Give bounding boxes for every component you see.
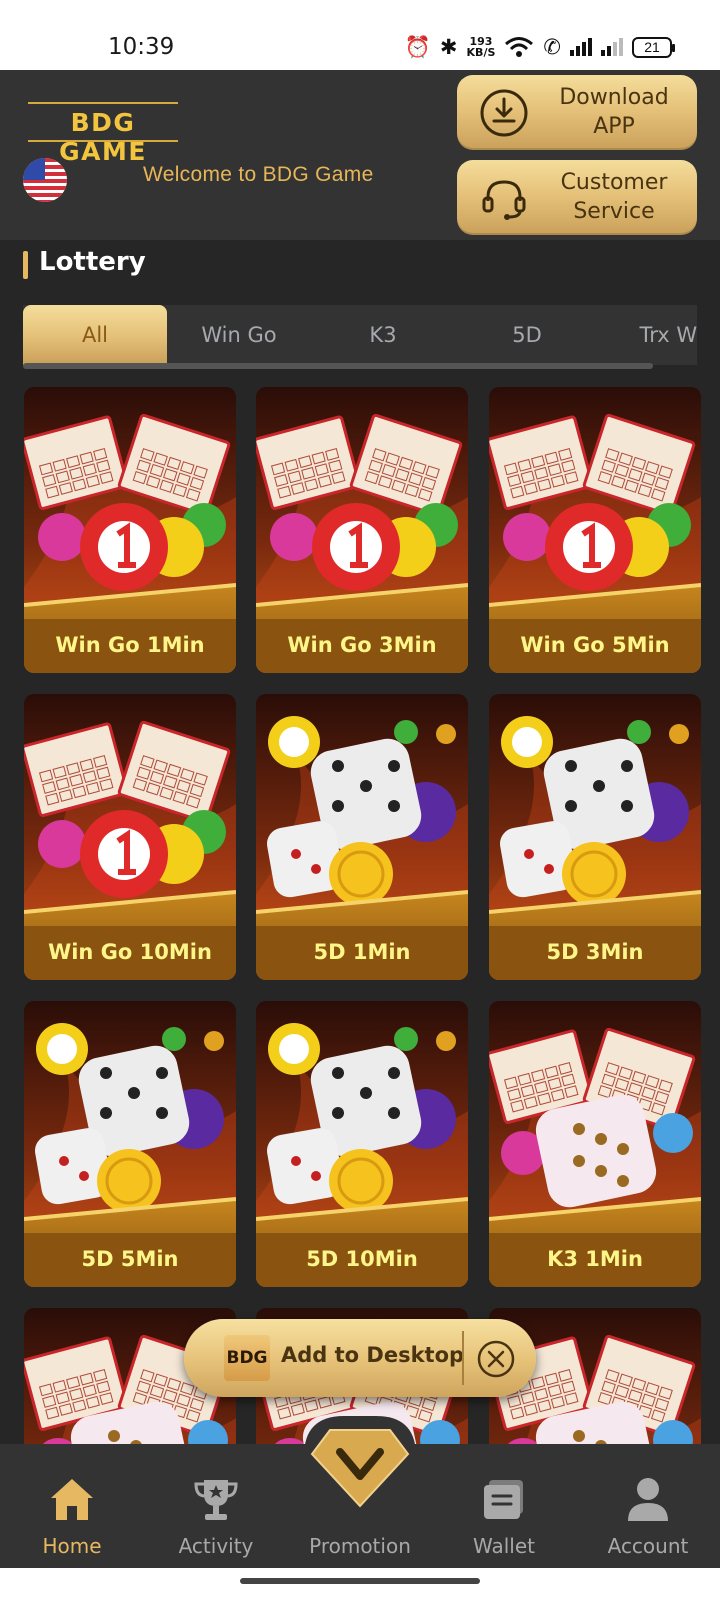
game-card-label: 5D 1Min: [313, 940, 411, 964]
5d-game-art: [256, 1001, 468, 1287]
nav-promotion-label: Promotion: [309, 1534, 411, 1558]
k3-game-art: [489, 1001, 701, 1287]
tab-all[interactable]: All: [23, 305, 167, 365]
tab-k3[interactable]: K3: [311, 305, 455, 365]
game-card-label: Win Go 1Min: [55, 633, 205, 657]
nav-activity[interactable]: Activity: [144, 1444, 288, 1568]
close-icon[interactable]: [476, 1339, 516, 1379]
trophy-icon: [194, 1480, 238, 1520]
account-icon: [628, 1478, 668, 1521]
wingo-game-art: [24, 694, 236, 980]
battery-icon: 21: [632, 36, 675, 58]
status-bar: 10:39 ⏰ ✱ 193 KB/S ✆ 21: [0, 0, 720, 70]
banner-divider: [462, 1331, 464, 1385]
game-card[interactable]: K3 1Min: [489, 1001, 701, 1287]
network-speed: 193 KB/S: [467, 36, 496, 58]
game-card-label: Win Go 3Min: [287, 633, 437, 657]
game-card-label: Win Go 10Min: [48, 940, 212, 964]
game-card[interactable]: 5D 1Min: [256, 694, 468, 980]
status-time: 10:39: [108, 34, 175, 60]
customer-service-label: Customer Service: [560, 170, 668, 224]
game-card[interactable]: Win Go 5Min: [489, 387, 701, 673]
bdg-logo[interactable]: BDG GAME: [28, 100, 178, 166]
5d-game-art: [24, 1001, 236, 1287]
game-card[interactable]: Win Go 3Min: [256, 387, 468, 673]
logo-text: BDG GAME: [59, 108, 147, 166]
alarm-icon: ⏰: [404, 34, 431, 59]
call-icon: ✆: [543, 34, 561, 59]
nav-wallet-label: Wallet: [472, 1534, 535, 1558]
download-app-label: Download APP: [559, 85, 669, 139]
gesture-bar: [0, 1568, 720, 1600]
wingo-game-art: [489, 387, 701, 673]
wingo-game-art: [256, 387, 468, 673]
game-card[interactable]: 5D 10Min: [256, 1001, 468, 1287]
bottom-nav: Home Activity Promotion Wallet Account: [0, 1429, 720, 1568]
wallet-icon: [484, 1480, 523, 1519]
game-card-label: 5D 10Min: [306, 1247, 418, 1271]
add-to-desktop-banner[interactable]: BDG Add to Desktop: [184, 1319, 536, 1397]
bdg-app-icon: BDG: [224, 1335, 270, 1381]
bluetooth-icon: ✱: [439, 34, 458, 59]
customer-service-button[interactable]: Customer Service: [457, 160, 697, 235]
lottery-tabs: All Win Go K3 5D Trx Wi: [23, 305, 697, 365]
game-card-label: Win Go 5Min: [520, 633, 670, 657]
5d-game-art: [256, 694, 468, 980]
5d-game-art: [489, 694, 701, 980]
game-card-label: 5D 3Min: [546, 940, 644, 964]
nav-promotion[interactable]: Promotion: [288, 1429, 432, 1568]
wingo-game-art: [24, 387, 236, 673]
tab-5d[interactable]: 5D: [455, 305, 599, 365]
tabs-scrollbar[interactable]: [23, 363, 653, 369]
tab-win-go[interactable]: Win Go: [167, 305, 311, 365]
nav-home-label: Home: [42, 1534, 102, 1558]
us-flag-icon[interactable]: [23, 158, 67, 202]
home-icon: [51, 1479, 93, 1520]
nav-home[interactable]: Home: [0, 1444, 144, 1568]
network-speed-unit: KB/S: [466, 46, 496, 59]
signal-roaming-icon: [601, 38, 623, 56]
game-card-label: 5D 5Min: [81, 1247, 179, 1271]
download-app-button[interactable]: Download APP: [457, 75, 697, 150]
status-icons: ⏰ ✱ 193 KB/S ✆ 21: [404, 32, 675, 62]
signal-icon: [570, 38, 592, 56]
diamond-icon: [310, 1429, 410, 1508]
app-header: BDG GAME Welcome to BDG Game Download AP…: [0, 70, 720, 240]
tab-trx-win[interactable]: Trx Wi: [599, 305, 697, 365]
welcome-text: Welcome to BDG Game: [143, 163, 374, 186]
nav-wallet[interactable]: Wallet: [432, 1444, 576, 1568]
add-to-desktop-label: Add to Desktop: [281, 1343, 465, 1367]
download-icon: [480, 89, 528, 137]
game-card[interactable]: Win Go 1Min: [24, 387, 236, 673]
game-card[interactable]: 5D 5Min: [24, 1001, 236, 1287]
nav-account[interactable]: Account: [576, 1444, 720, 1568]
game-card-label: K3 1Min: [547, 1247, 643, 1271]
game-card[interactable]: Win Go 10Min: [24, 694, 236, 980]
wifi-icon: [505, 37, 534, 57]
game-card[interactable]: 5D 3Min: [489, 694, 701, 980]
headset-icon: [482, 180, 526, 220]
nav-activity-label: Activity: [178, 1534, 254, 1558]
section-title-accent: [23, 251, 28, 279]
nav-account-label: Account: [607, 1534, 689, 1558]
home-indicator[interactable]: [240, 1578, 480, 1584]
section-title: Lottery: [39, 247, 146, 277]
